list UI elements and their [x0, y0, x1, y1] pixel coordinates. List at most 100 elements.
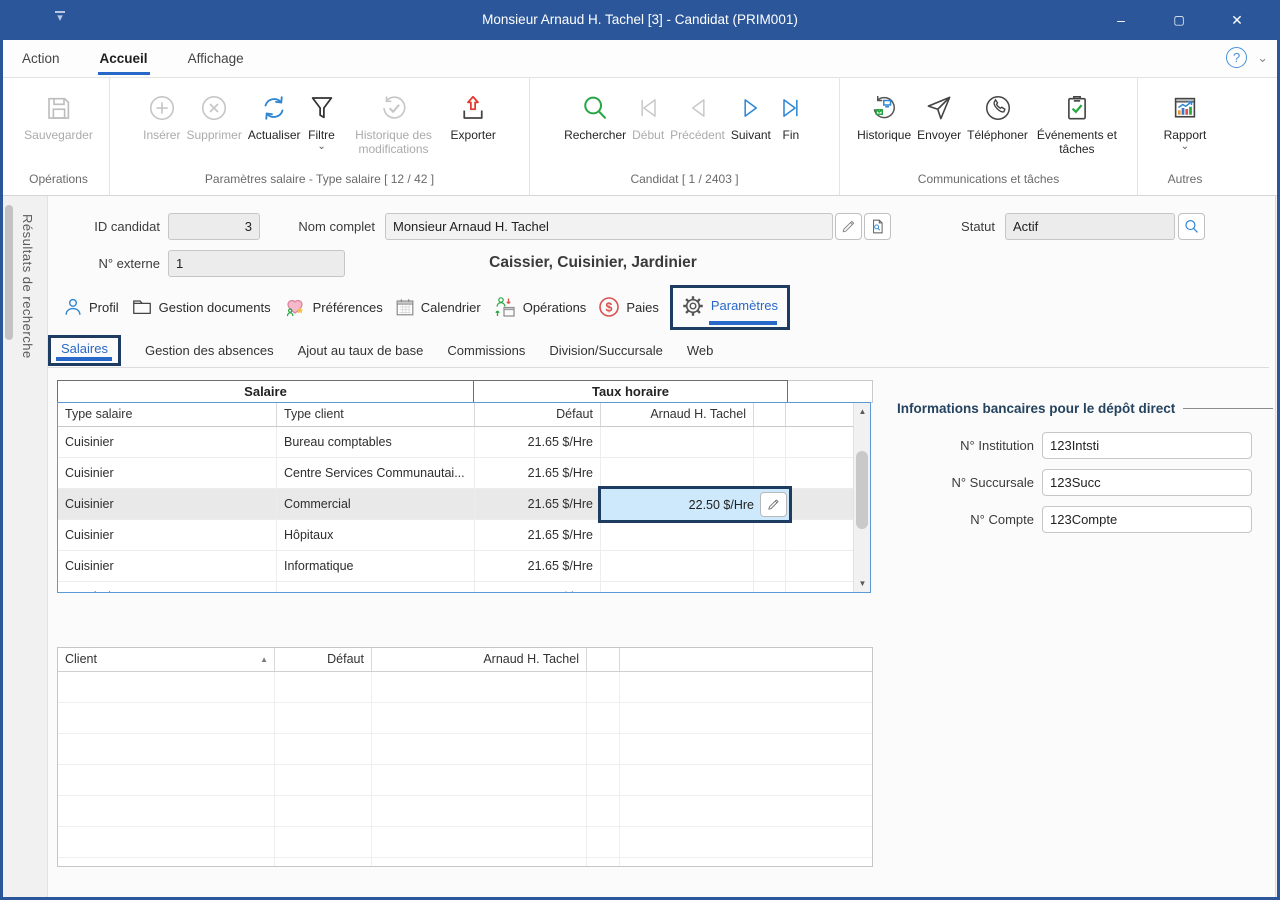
- insert-button[interactable]: Insérer: [140, 86, 183, 144]
- table-row[interactable]: Cuisinier Bureau comptables 21.65 $/Hre: [58, 427, 870, 458]
- search-results-label[interactable]: Résultats de recherche: [20, 214, 35, 359]
- phone-icon: [983, 88, 1013, 128]
- last-record-button[interactable]: Fin: [774, 86, 808, 144]
- save-button[interactable]: Sauvegarder: [21, 86, 96, 144]
- empty-row[interactable]: [58, 827, 872, 858]
- filter-icon: [307, 88, 337, 128]
- document-search-icon: [869, 218, 886, 235]
- col-arnaud-tachel[interactable]: Arnaud H. Tachel: [372, 648, 587, 671]
- send-button[interactable]: Envoyer: [914, 86, 964, 144]
- subtab-commissions[interactable]: Commissions: [447, 343, 525, 358]
- edit-rate-button[interactable]: [760, 492, 787, 517]
- tab-profil[interactable]: Profil: [62, 296, 119, 318]
- statut-field[interactable]: [1005, 213, 1175, 240]
- empty-row[interactable]: [58, 734, 872, 765]
- succursale-label: N° Succursale: [894, 469, 1034, 496]
- subtab-ajout-taux-base[interactable]: Ajout au taux de base: [298, 343, 424, 358]
- menu-tab-action[interactable]: Action: [22, 40, 60, 78]
- scrollbar-thumb[interactable]: [856, 451, 868, 529]
- scroll-up-icon[interactable]: ▲: [854, 403, 871, 420]
- phone-button[interactable]: Téléphoner: [964, 86, 1031, 144]
- col-type-client[interactable]: Type client: [277, 403, 475, 426]
- minimize-button[interactable]: –: [1092, 0, 1150, 40]
- subtab-salaires[interactable]: Salaires: [48, 335, 121, 366]
- report-icon: [1170, 88, 1200, 128]
- close-button[interactable]: ✕: [1208, 0, 1266, 40]
- delete-button[interactable]: Supprimer: [183, 86, 244, 144]
- empty-row[interactable]: [58, 796, 872, 827]
- first-record-button[interactable]: Début: [629, 86, 667, 144]
- collapse-ribbon-icon[interactable]: ⌄: [1257, 50, 1268, 66]
- table-row[interactable]: Cuisinier Informatique 21.65 $/Hre: [58, 551, 870, 582]
- comm-history-icon: [869, 88, 899, 128]
- filter-dropdown-icon[interactable]: ⌄: [317, 143, 325, 151]
- subtab-gestion-absences[interactable]: Gestion des absences: [145, 343, 274, 358]
- empty-row[interactable]: [58, 765, 872, 796]
- ribbon-group-label: Communications et tâches: [842, 167, 1135, 195]
- subtab-division-succursale[interactable]: Division/Succursale: [549, 343, 662, 358]
- institution-field[interactable]: [1042, 432, 1252, 459]
- filter-button[interactable]: Filtre ⌄: [304, 86, 340, 153]
- compte-field[interactable]: [1042, 506, 1252, 533]
- col-defaut[interactable]: Défaut: [275, 648, 372, 671]
- selected-rate-value: 22.50 $/Hre: [601, 498, 760, 512]
- person-arrows-calendar-icon: [492, 295, 518, 319]
- group-header-salaire: Salaire: [57, 380, 474, 403]
- tab-paies[interactable]: $ Paies: [597, 295, 659, 319]
- report-button[interactable]: Rapport ⌄: [1161, 86, 1210, 153]
- tab-parametres[interactable]: Paramètres: [670, 285, 790, 330]
- institution-label: N° Institution: [894, 432, 1034, 459]
- search-results-panel-tab[interactable]: Résultats de recherche: [3, 196, 48, 897]
- report-dropdown-icon[interactable]: ⌄: [1181, 143, 1189, 151]
- col-defaut[interactable]: Défaut: [475, 403, 601, 426]
- refresh-button[interactable]: Actualiser: [245, 86, 304, 144]
- empty-row[interactable]: [58, 703, 872, 734]
- col-type-salaire[interactable]: Type salaire: [58, 403, 277, 426]
- group-header-taux-horaire: Taux horaire: [474, 380, 788, 403]
- preview-document-button[interactable]: [864, 213, 891, 240]
- statut-lookup-button[interactable]: [1178, 213, 1205, 240]
- maximize-button[interactable]: ▢: [1150, 0, 1208, 40]
- empty-row[interactable]: [58, 858, 872, 866]
- edit-name-button[interactable]: [835, 213, 862, 240]
- sort-asc-icon[interactable]: ▲: [260, 648, 268, 671]
- previous-record-button[interactable]: Précédent: [667, 86, 728, 144]
- tab-calendrier[interactable]: Calendrier: [394, 296, 481, 318]
- nom-complet-field[interactable]: [385, 213, 833, 240]
- search-candidate-button[interactable]: Rechercher: [561, 86, 629, 144]
- application-window: ▾ Monsieur Arnaud H. Tachel [3] - Candid…: [0, 0, 1280, 900]
- nom-complet-label: Nom complet: [285, 213, 375, 240]
- col-arnaud-tachel[interactable]: Arnaud H. Tachel: [601, 403, 754, 426]
- tab-operations[interactable]: Opérations: [492, 295, 587, 319]
- subtab-web[interactable]: Web: [687, 343, 714, 358]
- title-bar: ▾ Monsieur Arnaud H. Tachel [3] - Candid…: [0, 0, 1280, 40]
- comm-history-button[interactable]: Historique: [854, 86, 914, 144]
- vertical-scrollbar[interactable]: ▲ ▼: [853, 403, 870, 592]
- tab-preferences[interactable]: Préférences: [282, 295, 383, 319]
- window-title: Monsieur Arnaud H. Tachel [3] - Candidat…: [0, 0, 1280, 40]
- tab-gestion-documents[interactable]: Gestion documents: [130, 296, 271, 318]
- events-tasks-button[interactable]: Événements et tâches: [1031, 86, 1123, 158]
- pencil-icon: [766, 497, 781, 512]
- help-icon[interactable]: ?: [1226, 47, 1247, 68]
- scroll-down-icon[interactable]: ▼: [854, 575, 871, 592]
- next-record-button[interactable]: Suivant: [728, 86, 774, 144]
- succursale-field[interactable]: [1042, 469, 1252, 496]
- menu-tab-accueil[interactable]: Accueil: [100, 40, 148, 78]
- menu-tab-affichage[interactable]: Affichage: [188, 40, 244, 78]
- folder-icon: [130, 296, 154, 318]
- export-button[interactable]: Exporter: [448, 86, 499, 144]
- id-candidat-field[interactable]: [168, 213, 260, 240]
- table-row[interactable]: Secrétaire Assurances 15.00 $/Hre: [58, 582, 870, 593]
- col-client[interactable]: Client ▲: [58, 648, 275, 671]
- no-externe-field[interactable]: [168, 250, 345, 277]
- empty-row[interactable]: [58, 672, 872, 703]
- history-modifications-button[interactable]: Historique des modifications: [340, 86, 448, 158]
- table-row[interactable]: Cuisinier Centre Services Communautai...…: [58, 458, 870, 489]
- table-row[interactable]: Cuisinier Hôpitaux 21.65 $/Hre: [58, 520, 870, 551]
- workspace: Résultats de recherche ID candidat Nom c…: [0, 196, 1280, 900]
- selected-rate-cell[interactable]: 22.50 $/Hre: [598, 486, 792, 523]
- person-icon: [62, 296, 84, 318]
- panel-splitter-handle[interactable]: [5, 205, 13, 340]
- compte-label: N° Compte: [894, 506, 1034, 533]
